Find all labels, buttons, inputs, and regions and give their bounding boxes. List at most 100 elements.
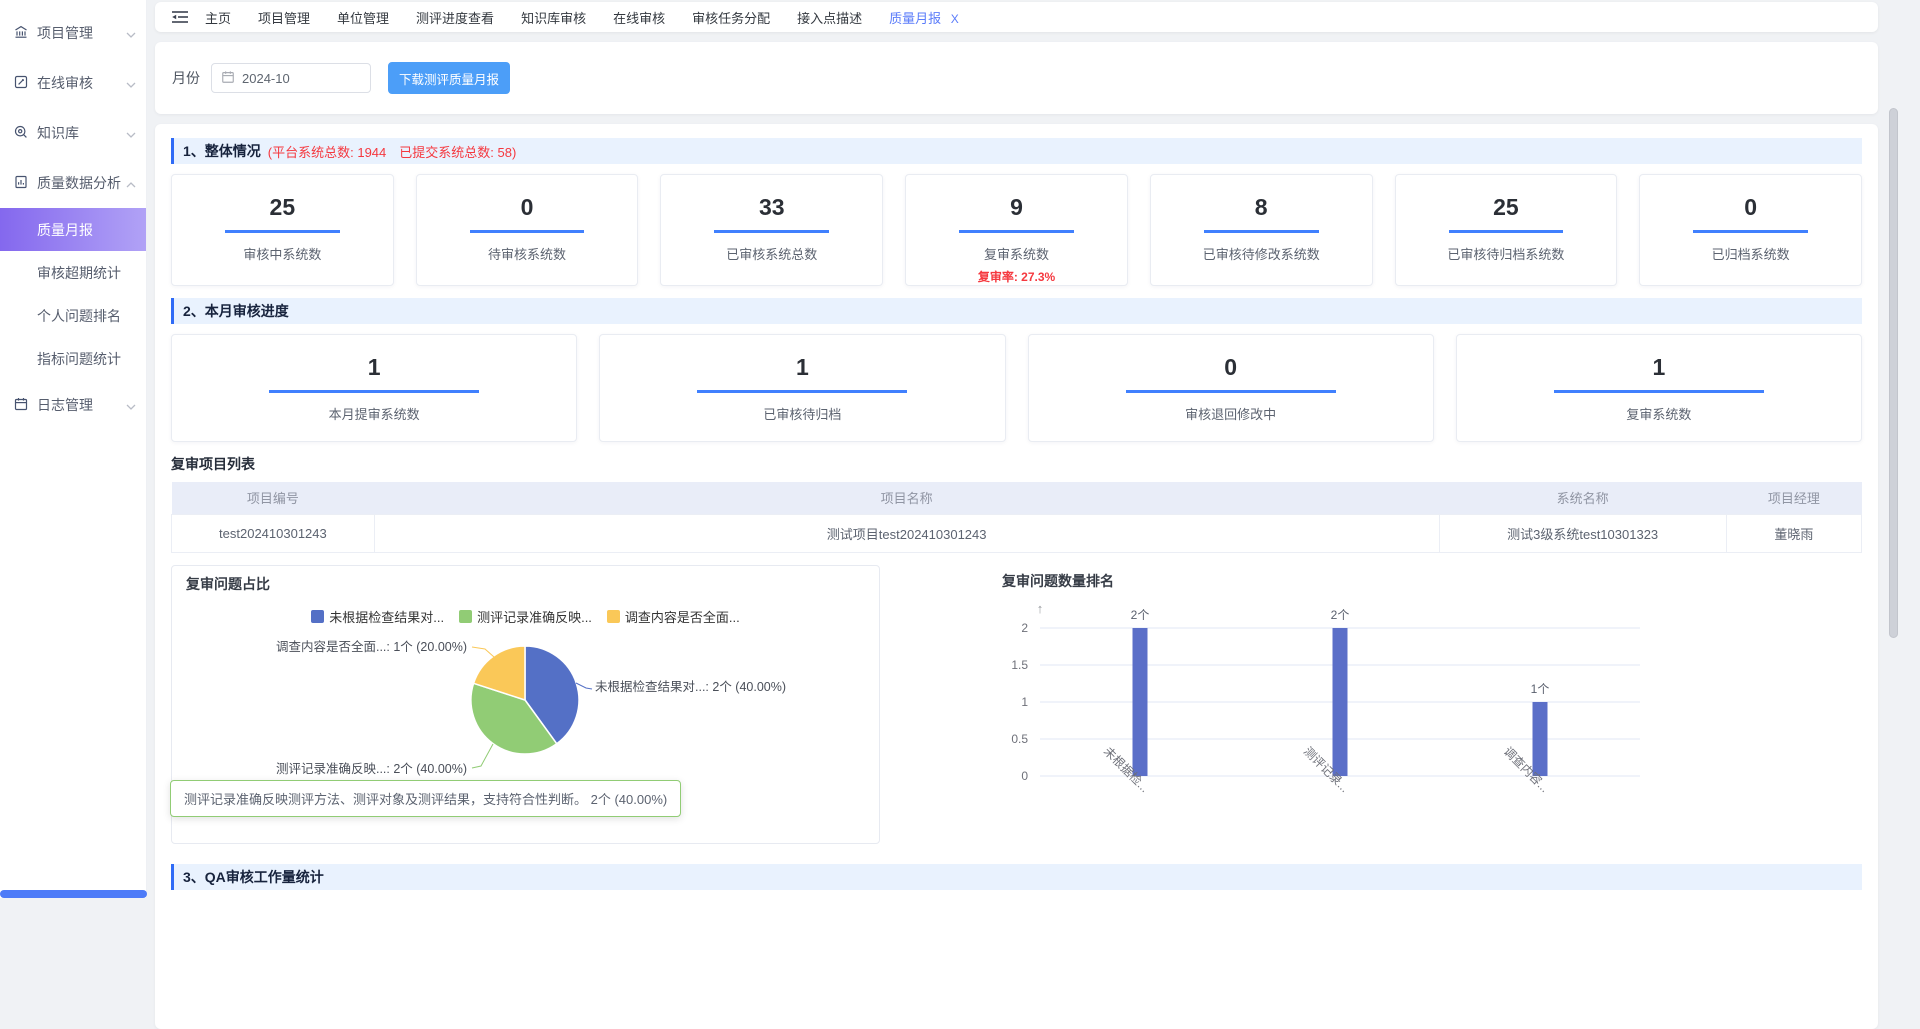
stat-label: 已审核系统总数: [661, 244, 882, 263]
stat-card: 33 已审核系统总数: [660, 174, 883, 286]
sidebar-horizontal-scrollbar[interactable]: [0, 890, 147, 898]
bar-value-label: 2个: [1331, 608, 1350, 622]
bar[interactable]: [1133, 628, 1148, 776]
stat-value: 25: [1396, 194, 1617, 221]
sidebar-item-label: 在线审核: [37, 73, 126, 93]
sidebar-subitem-label: 个人问题排名: [37, 306, 121, 326]
chevron-down-icon: [126, 125, 136, 141]
pie-chart: 未根据检查结果对...: 2个 (40.00%) 测评记录准确反映...: 2个 …: [186, 626, 865, 796]
charts-row: 复审问题占比 未根据检查结果对... 测评记录准确反映... 调查内容是否全面...…: [171, 565, 1862, 852]
y-axis-tick-label: 1.5: [1011, 658, 1028, 672]
tab-bar: 主页 项目管理 单位管理 测评进度查看 知识库审核 在线审核 审核任务分配 接入…: [155, 2, 1878, 32]
stat-underline: [1204, 230, 1319, 233]
stat-underline: [1554, 390, 1764, 393]
tab-unit-management[interactable]: 单位管理: [337, 8, 389, 27]
chevron-down-icon: [126, 397, 136, 413]
bar[interactable]: [1533, 702, 1548, 776]
pie-slice-label: 测评记录准确反映...: 2个 (40.00%): [276, 762, 467, 776]
sidebar-item-label: 质量数据分析: [37, 173, 126, 193]
sidebar-subitem-quality-monthly-report[interactable]: 质量月报: [0, 208, 146, 251]
sidebar-subitem-personal-issue-ranking[interactable]: 个人问题排名: [0, 294, 146, 337]
tab-label: 质量月报: [889, 11, 941, 26]
stat-label: 已审核待归档系统数: [1396, 244, 1617, 263]
overall-stat-cards: 25审核中系统数0待审核系统数33已审核系统总数9复审系统数复审率: 27.3%…: [171, 174, 1862, 286]
pie-slice-label: 未根据检查结果对...: 2个 (40.00%): [595, 679, 786, 694]
sidebar-subitem-review-overdue-stats[interactable]: 审核超期统计: [0, 251, 146, 294]
sidebar-item-project-management[interactable]: 项目管理: [0, 8, 146, 58]
bar[interactable]: [1333, 628, 1348, 776]
legend-swatch: [607, 610, 620, 623]
section-header-qa-workload: 3、QA审核工作量统计: [171, 864, 1862, 890]
tab-task-assignment[interactable]: 审核任务分配: [692, 8, 770, 27]
sidebar-item-quality-data-analysis[interactable]: 质量数据分析: [0, 158, 146, 208]
log-icon: [13, 396, 29, 415]
month-label: 月份: [172, 68, 200, 88]
pie-slice-label: 调查内容是否全面...: 1个 (20.00%): [276, 639, 467, 654]
knowledge-base-icon: [13, 124, 29, 143]
table-header-cell: 项目经理: [1726, 482, 1861, 514]
stat-underline: [714, 230, 829, 233]
stat-underline: [1449, 230, 1564, 233]
y-axis-arrow-icon: ↑: [1037, 601, 1044, 616]
table-cell: test202410301243: [172, 514, 375, 552]
tab-access-point[interactable]: 接入点描述: [797, 8, 862, 27]
close-tab-icon[interactable]: X: [951, 12, 959, 26]
stat-label: 待审核系统数: [417, 244, 638, 263]
table-header-cell: 项目编号: [172, 482, 375, 514]
legend-item[interactable]: 测评记录准确反映...: [459, 607, 592, 626]
stat-underline: [1126, 390, 1336, 393]
month-picker-input[interactable]: 2024-10: [211, 63, 371, 93]
stat-label: 已归档系统数: [1640, 244, 1861, 263]
collapse-sidebar-icon[interactable]: [171, 10, 189, 24]
stat-value: 25: [172, 194, 393, 221]
tab-quality-monthly-report-active[interactable]: 质量月报 X: [889, 8, 959, 27]
chevron-down-icon: [126, 75, 136, 91]
legend-swatch: [459, 610, 472, 623]
chevron-down-icon: [126, 25, 136, 41]
stat-value: 33: [661, 194, 882, 221]
stat-label: 审核退回修改中: [1029, 404, 1433, 423]
legend-label: 未根据检查结果对...: [329, 607, 444, 626]
tab-online-review[interactable]: 在线审核: [613, 8, 665, 27]
table-header-cell: 系统名称: [1439, 482, 1726, 514]
stat-card: 25 审核中系统数: [171, 174, 394, 286]
section-title: 1、整体情况: [183, 141, 261, 161]
stat-value: 0: [1640, 194, 1861, 221]
stat-value: 0: [417, 194, 638, 221]
stat-label: 已审核待修改系统数: [1151, 244, 1372, 263]
sidebar-subitem-indicator-issue-stats[interactable]: 指标问题统计: [0, 337, 146, 380]
legend-swatch: [311, 610, 324, 623]
stat-value: 8: [1151, 194, 1372, 221]
download-report-button[interactable]: 下载测评质量月报: [388, 62, 510, 94]
vertical-scrollbar[interactable]: [1889, 108, 1898, 638]
legend-item[interactable]: 未根据检查结果对...: [311, 607, 444, 626]
section-header-overall: 1、整体情况 (平台系统总数: 1944 已提交系统总数: 58): [171, 138, 1862, 164]
tab-knowledge-review[interactable]: 知识库审核: [521, 8, 586, 27]
pie-chart-title: 复审问题占比: [186, 574, 865, 594]
table-header-row: 项目编号项目名称系统名称项目经理: [172, 482, 1862, 514]
legend-item[interactable]: 调查内容是否全面...: [607, 607, 740, 626]
filter-bar: 月份 2024-10 下载测评质量月报: [155, 42, 1878, 114]
sidebar-item-log-management[interactable]: 日志管理: [0, 380, 146, 430]
y-axis-tick-label: 1: [1021, 695, 1028, 709]
stat-card: 25 已审核待归档系统数: [1395, 174, 1618, 286]
sidebar-subitem-label: 审核超期统计: [37, 263, 121, 283]
chevron-up-icon: [126, 175, 136, 191]
tab-progress-view[interactable]: 测评进度查看: [416, 8, 494, 27]
stat-value: 9: [906, 194, 1127, 221]
stat-underline: [697, 390, 907, 393]
y-axis-tick-label: 2: [1021, 621, 1028, 635]
stat-underline: [269, 390, 479, 393]
calendar-icon: [221, 70, 235, 87]
stat-label: 复审系统数: [906, 244, 1127, 263]
sidebar-item-online-review[interactable]: 在线审核: [0, 58, 146, 108]
tab-home[interactable]: 主页: [205, 8, 231, 27]
stat-label: 审核中系统数: [172, 244, 393, 263]
y-axis-tick-label: 0.5: [1011, 732, 1028, 746]
pie-label-line: [472, 744, 493, 768]
stat-card: 8 已审核待修改系统数: [1150, 174, 1373, 286]
table-cell: 董晓雨: [1726, 514, 1861, 552]
sidebar-subitem-label: 指标问题统计: [37, 349, 121, 369]
tab-project-management[interactable]: 项目管理: [258, 8, 310, 27]
sidebar-item-knowledge-base[interactable]: 知识库: [0, 108, 146, 158]
